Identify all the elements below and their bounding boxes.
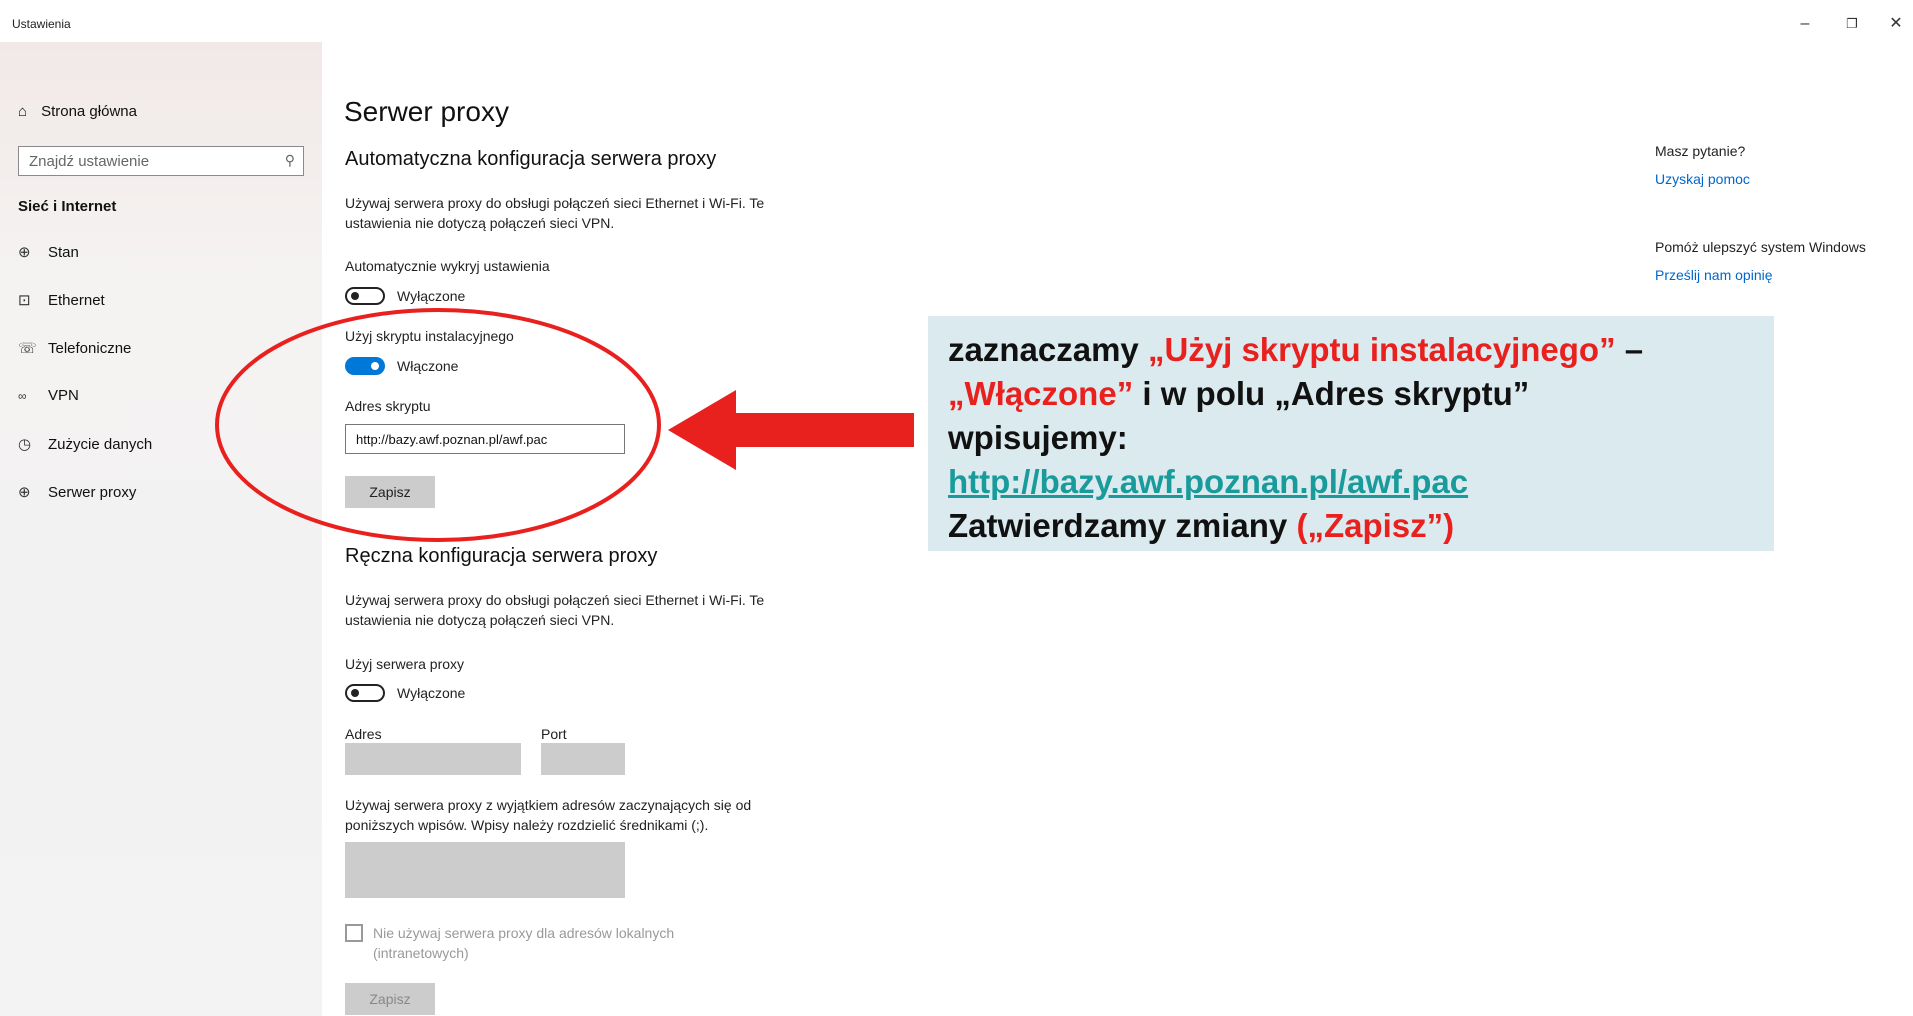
bypass-local-checkbox[interactable]: [345, 924, 363, 942]
sidebar-item-serwer-proxy[interactable]: ⊕ Serwer proxy: [18, 483, 137, 502]
globe-icon: ⊕: [18, 484, 31, 501]
annotation-ellipse: [215, 308, 661, 542]
window-title: Ustawienia: [12, 17, 71, 31]
auto-detect-toggle-row[interactable]: Wyłączone: [345, 287, 465, 305]
vpn-icon: ∞: [18, 388, 27, 403]
minimize-button[interactable]: –: [1785, 10, 1825, 38]
use-proxy-toggle[interactable]: [345, 684, 385, 702]
sidebar-item-label: Serwer proxy: [48, 483, 137, 501]
sidebar-item-label: Stan: [48, 243, 79, 261]
instruction-callout: zaznaczamy „Użyj skryptu instalacyjnego”…: [928, 316, 1774, 551]
bypass-local-row[interactable]: Nie używaj serwera proxy dla adresów lok…: [345, 923, 713, 963]
data-usage-icon: ◷: [18, 436, 32, 453]
sidebar-item-label: VPN: [48, 387, 79, 404]
ethernet-icon: ⊡: [18, 292, 31, 309]
auto-detect-state: Wyłączone: [397, 288, 466, 304]
sidebar-item-telefoniczne[interactable]: ☏ Telefoniczne: [18, 339, 132, 358]
sidebar-item-zuzycie-danych[interactable]: ◷ Zużycie danych: [18, 435, 153, 454]
sidebar-item-label: Zużycie danych: [48, 435, 153, 453]
title-bar: Ustawienia – ❐ ✕: [0, 0, 1913, 42]
manual-config-heading: Ręczna konfiguracja serwera proxy: [345, 545, 658, 567]
callout-url-link[interactable]: http://bazy.awf.poznan.pl/awf.pac: [948, 463, 1468, 500]
home-icon: ⌂: [18, 103, 28, 120]
sidebar-home-label: Strona główna: [41, 103, 137, 120]
proxy-address-input[interactable]: [345, 743, 521, 775]
annotation-arrow: [668, 390, 914, 470]
callout-text-5: Zatwierdzamy zmiany: [948, 507, 1297, 544]
sidebar-item-stan[interactable]: ⊕ Stan: [18, 243, 79, 262]
feedback-link[interactable]: Prześlij nam opinię: [1655, 267, 1773, 283]
use-proxy-toggle-row[interactable]: Wyłączone: [345, 684, 465, 702]
sidebar-section-title: Sieć i Internet: [18, 198, 117, 215]
callout-text-1: zaznaczamy: [948, 331, 1148, 368]
auto-detect-toggle[interactable]: [345, 287, 385, 305]
bypass-local-label: Nie używaj serwera proxy dla adresów lok…: [373, 925, 675, 961]
question-label: Masz pytanie?: [1655, 143, 1746, 159]
auto-config-description: Używaj serwera proxy do obsługi połączeń…: [345, 195, 765, 231]
improve-label: Pomóż ulepszyć system Windows: [1655, 239, 1866, 255]
callout-highlight-script: „Użyj skryptu instalacyjnego”: [1147, 331, 1616, 368]
proxy-address-label: Adres: [345, 726, 382, 742]
callout-highlight-enabled: „Włączone”: [948, 375, 1134, 412]
dialup-icon: ☏: [18, 340, 37, 357]
manual-save-button[interactable]: Zapisz: [345, 983, 435, 1015]
callout-text-2: –: [1615, 331, 1644, 368]
auto-config-heading: Automatyczna konfiguracja serwera proxy: [345, 148, 717, 170]
sidebar-item-label: Ethernet: [48, 291, 105, 309]
search-box[interactable]: ⚲: [18, 146, 304, 176]
callout-text-3: i w polu „Adres skryptu”: [1133, 375, 1530, 412]
restore-button[interactable]: ❐: [1832, 10, 1872, 38]
proxy-port-input[interactable]: [541, 743, 625, 775]
close-button[interactable]: ✕: [1876, 10, 1913, 38]
globe-icon: ⊕: [18, 244, 31, 261]
proxy-port-label: Port: [541, 726, 567, 742]
callout-highlight-save: („Zapisz”): [1296, 507, 1455, 544]
exceptions-description: Używaj serwera proxy z wyjątkiem adresów…: [345, 797, 752, 833]
exceptions-input[interactable]: [345, 842, 625, 898]
sidebar-item-vpn[interactable]: ∞ VPN: [18, 387, 79, 404]
sidebar-item-label: Telefoniczne: [48, 339, 132, 357]
auto-detect-label: Automatycznie wykryj ustawienia: [345, 258, 550, 274]
callout-text-4: wpisujemy:: [948, 419, 1128, 456]
search-input[interactable]: [19, 147, 279, 175]
search-icon[interactable]: ⚲: [285, 152, 295, 169]
help-link[interactable]: Uzyskaj pomoc: [1655, 171, 1750, 187]
sidebar-home[interactable]: ⌂ Strona główna: [18, 103, 137, 120]
sidebar-item-ethernet[interactable]: ⊡ Ethernet: [18, 291, 105, 310]
manual-config-description: Używaj serwera proxy do obsługi połączeń…: [345, 592, 765, 628]
page-title: Serwer proxy: [344, 96, 509, 127]
use-proxy-label: Użyj serwera proxy: [345, 656, 465, 672]
use-proxy-state: Wyłączone: [397, 685, 466, 701]
